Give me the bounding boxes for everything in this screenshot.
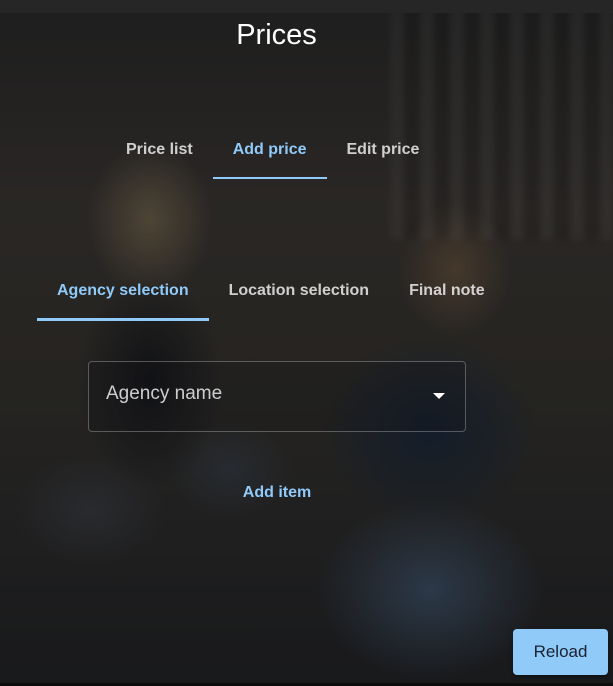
tab-price-list[interactable]: Price list xyxy=(106,120,213,179)
tab-label: Final note xyxy=(409,282,485,299)
tab-add-price[interactable]: Add price xyxy=(212,120,327,179)
tab-label: Add price xyxy=(232,140,307,158)
agency-name-select[interactable]: Agency name xyxy=(88,361,466,432)
agency-name-label: Agency name xyxy=(106,383,223,404)
tab-agency-selection[interactable]: Agency selection xyxy=(37,261,209,321)
tab-label: Agency selection xyxy=(57,282,189,299)
tab-final-note[interactable]: Final note xyxy=(389,261,505,321)
app-root: Prices Price list Add price Edit price A… xyxy=(0,0,613,686)
background-overlay xyxy=(0,0,613,686)
add-item-button[interactable]: Add item xyxy=(217,478,337,508)
page-title: Prices xyxy=(236,19,317,51)
tab-label: Price list xyxy=(126,140,193,158)
tab-edit-price[interactable]: Edit price xyxy=(327,120,440,179)
tab-label: Edit price xyxy=(346,140,420,158)
step-tab-bar: Agency selection Location selection Fina… xyxy=(37,261,505,321)
top-bar xyxy=(0,0,613,13)
arrow-drop-down-icon xyxy=(433,393,445,399)
reload-button[interactable]: Reload xyxy=(513,629,608,675)
tab-location-selection[interactable]: Location selection xyxy=(209,261,389,321)
primary-tab-bar: Price list Add price Edit price xyxy=(106,120,439,179)
tab-label: Location selection xyxy=(228,282,370,299)
